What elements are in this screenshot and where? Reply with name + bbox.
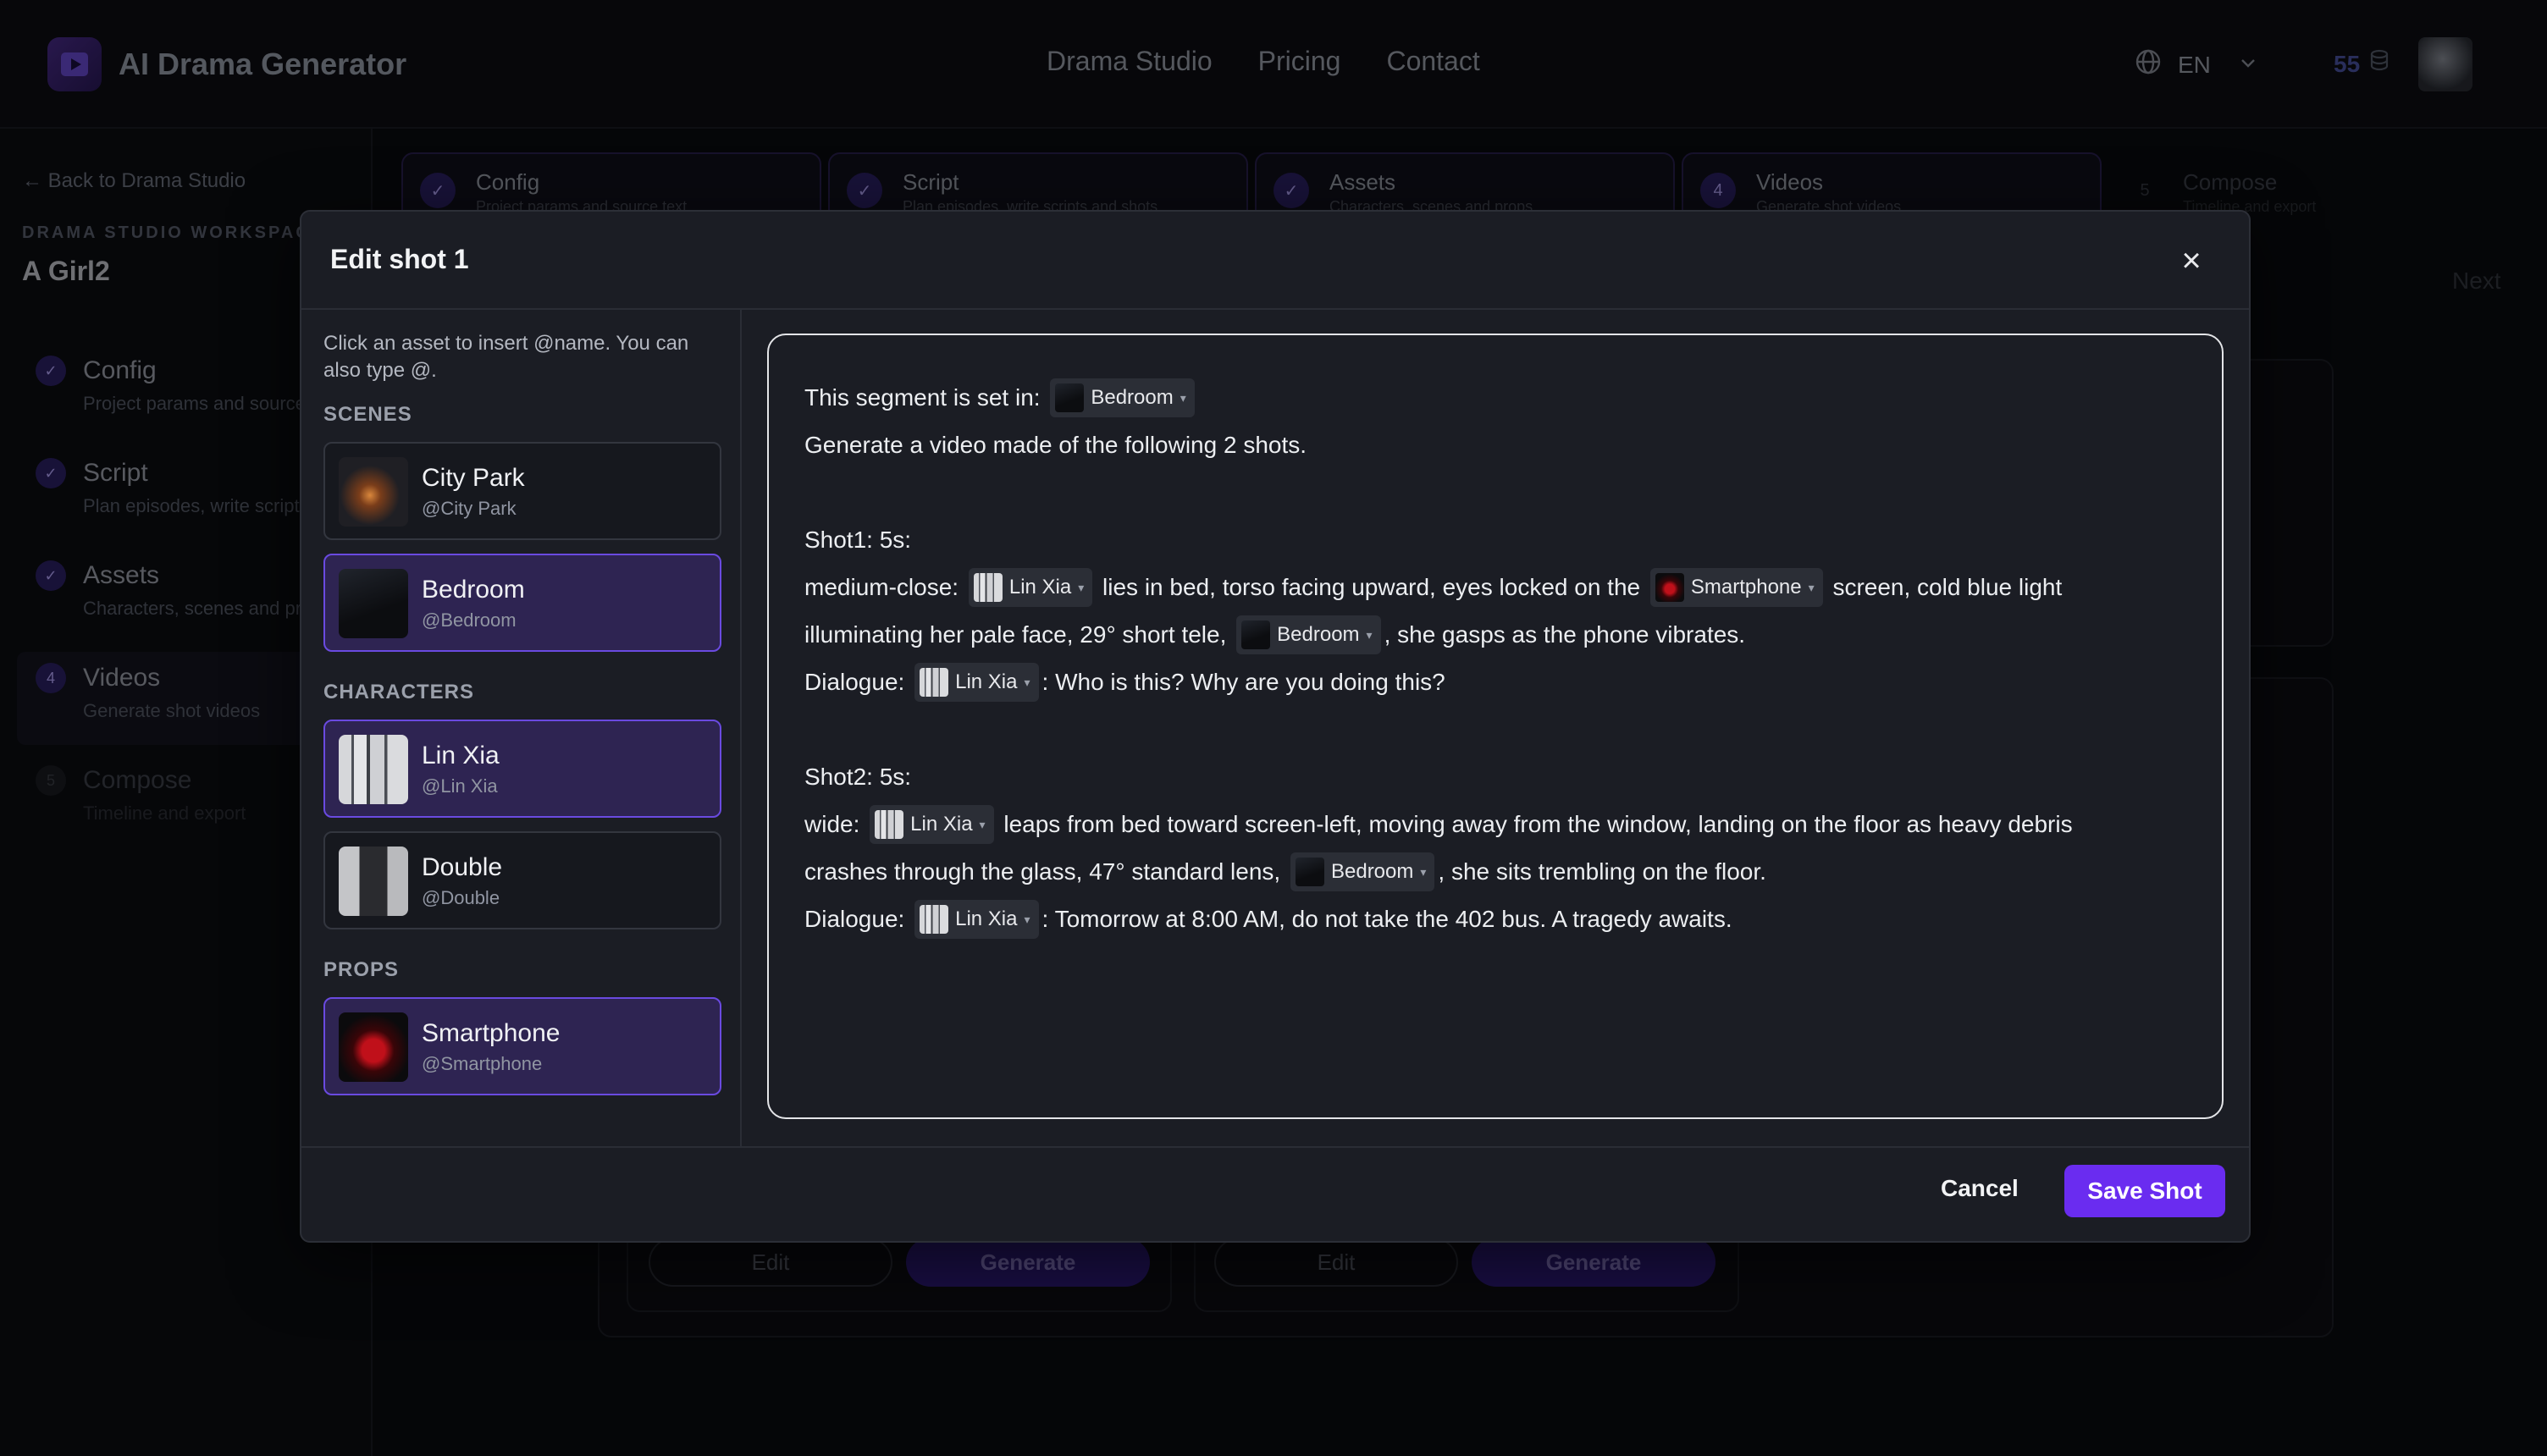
editor-text: wide: <box>804 811 860 837</box>
dialogue-text: : Tomorrow at 8:00 AM, do not take the 4… <box>1041 906 1732 932</box>
double-thumbnail <box>339 847 408 916</box>
asset-card-bedroom[interactable]: Bedroom @Bedroom <box>323 554 721 652</box>
mention-chip-lin-xia[interactable]: Lin Xia ▾ <box>914 662 1039 702</box>
shot-heading: Shot1: 5s: <box>804 527 912 553</box>
editor-text: lies in bed, torso facing upward, eyes l… <box>1102 574 1641 600</box>
mention-chip-lin-xia[interactable]: Lin Xia ▾ <box>968 567 1093 607</box>
asset-hint: Click an asset to insert @name. You can … <box>323 332 689 382</box>
chip-label: Bedroom <box>1330 859 1414 883</box>
app-root: AI Drama Generator Drama Studio Pricing … <box>0 0 2547 1456</box>
chip-label: Lin Xia <box>955 907 1018 930</box>
lin-xia-chip-thumbnail <box>920 667 949 697</box>
section-label-characters: CHARACTERS <box>323 681 474 703</box>
mention-chip-bedroom[interactable]: Bedroom ▾ <box>1290 852 1435 891</box>
bedroom-thumbnail <box>339 569 408 638</box>
bedroom-chip-thumbnail <box>1055 383 1085 412</box>
asset-picker: Click an asset to insert @name. You can … <box>301 310 742 1146</box>
editor-text: illuminating her pale face, 29° short te… <box>804 621 1227 648</box>
dialogue-label: Dialogue: <box>804 669 905 695</box>
cancel-button[interactable]: Cancel <box>1941 1175 2019 1202</box>
chip-label: Bedroom <box>1277 622 1360 646</box>
editor-text: , she gasps as the phone vibrates. <box>1384 621 1746 648</box>
chip-label: Lin Xia <box>1008 575 1072 598</box>
editor-text: leaps from bed toward screen-left, movin… <box>1003 811 2073 837</box>
asset-name: Double <box>422 853 503 881</box>
editor-text: crashes through the glass, 47° standard … <box>804 858 1281 885</box>
chevron-down-icon: ▾ <box>1078 580 1085 594</box>
dialogue-text: : Who is this? Why are you doing this? <box>1041 669 1445 695</box>
smartphone-chip-thumbnail <box>1655 572 1684 602</box>
asset-name: City Park <box>422 464 525 492</box>
chevron-down-icon: ▾ <box>1366 627 1373 642</box>
empty-line <box>804 706 2202 753</box>
chevron-down-icon: ▾ <box>1024 675 1030 689</box>
chevron-down-icon: ▾ <box>979 817 986 831</box>
shot-heading: Shot2: 5s: <box>804 764 912 790</box>
empty-line <box>804 469 2202 516</box>
dialogue-label: Dialogue: <box>804 906 905 932</box>
modal-footer: Cancel Save Shot <box>301 1146 2249 1244</box>
lin-xia-chip-thumbnail <box>973 572 1003 602</box>
modal-header: Edit shot 1 × <box>301 212 2249 310</box>
editor-text: This segment is set in: <box>804 384 1041 411</box>
asset-card-smartphone[interactable]: Smartphone @Smartphone <box>323 997 721 1095</box>
mention-chip-lin-xia[interactable]: Lin Xia ▾ <box>914 899 1039 939</box>
mention-chip-bedroom[interactable]: Bedroom ▾ <box>1236 615 1381 654</box>
asset-handle: @Lin Xia <box>422 775 498 797</box>
mention-chip-lin-xia[interactable]: Lin Xia ▾ <box>870 804 994 844</box>
asset-name: Bedroom <box>422 576 525 604</box>
chevron-down-icon: ▾ <box>1808 580 1815 594</box>
asset-handle: @City Park <box>422 498 517 519</box>
asset-name: Smartphone <box>422 1019 561 1047</box>
section-label-scenes: SCENES <box>323 403 412 426</box>
close-icon[interactable]: × <box>2173 242 2210 279</box>
asset-card-lin-xia[interactable]: Lin Xia @Lin Xia <box>323 720 721 818</box>
asset-card-double[interactable]: Double @Double <box>323 831 721 929</box>
save-shot-button[interactable]: Save Shot <box>2064 1165 2225 1217</box>
editor-content[interactable]: This segment is set in: Bedroom ▾ Generat… <box>804 374 2202 943</box>
mention-chip-smartphone[interactable]: Smartphone ▾ <box>1649 567 1823 607</box>
editor-text: medium-close: <box>804 574 959 600</box>
chevron-down-icon: ▾ <box>1024 912 1030 926</box>
shot-prompt-editor[interactable]: This segment is set in: Bedroom ▾ Generat… <box>767 334 2224 1119</box>
editor-text: Generate a video made of the following 2… <box>804 432 1307 458</box>
lin-xia-thumbnail <box>339 735 408 804</box>
section-label-props: PROPS <box>323 958 400 981</box>
bedroom-chip-thumbnail <box>1295 857 1324 886</box>
city-park-thumbnail <box>339 457 408 527</box>
asset-handle: @Bedroom <box>422 609 517 631</box>
bedroom-chip-thumbnail <box>1241 620 1271 649</box>
smartphone-thumbnail <box>339 1012 408 1082</box>
chip-label: Lin Xia <box>910 812 973 836</box>
lin-xia-chip-thumbnail <box>920 904 949 934</box>
mention-chip-bedroom[interactable]: Bedroom ▾ <box>1050 378 1195 417</box>
modal-title: Edit shot 1 <box>330 244 469 274</box>
lin-xia-chip-thumbnail <box>875 809 904 839</box>
asset-card-city-park[interactable]: City Park @City Park <box>323 442 721 540</box>
chevron-down-icon: ▾ <box>1420 864 1427 879</box>
chip-label: Lin Xia <box>955 670 1018 693</box>
editor-text: , she sits trembling on the floor. <box>1438 858 1766 885</box>
editor-text: screen, cold blue light <box>1832 574 2063 600</box>
chip-label: Smartphone <box>1690 575 1802 598</box>
chip-label: Bedroom <box>1091 385 1174 409</box>
chevron-down-icon: ▾ <box>1180 390 1186 405</box>
asset-name: Lin Xia <box>422 742 500 769</box>
asset-handle: @Double <box>422 887 500 908</box>
asset-handle: @Smartphone <box>422 1053 543 1074</box>
edit-shot-modal: Edit shot 1 × Click an asset to insert @… <box>300 210 2251 1243</box>
